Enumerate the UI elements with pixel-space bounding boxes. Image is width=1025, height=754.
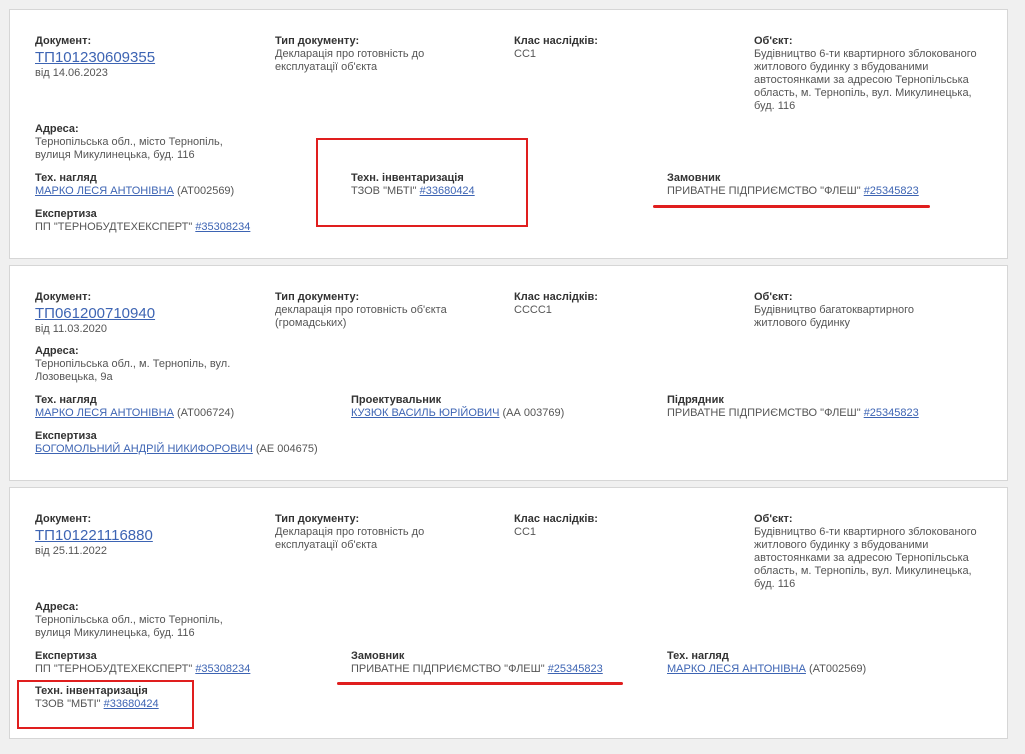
customer-label: Замовник — [667, 172, 721, 184]
doc-type-value: декларація про готовність об'єкта (грома… — [275, 304, 447, 329]
document-card: Документ: ТП061200710940 від 11.03.2020 … — [9, 265, 1008, 481]
tech-inventory-code-link[interactable]: #33680424 — [420, 185, 475, 197]
tech-inventory-code-link[interactable]: #33680424 — [104, 698, 159, 710]
document-card: Документ: ТП101230609355 від 14.06.2023 … — [9, 9, 1008, 259]
object-value: Будівництво 6-ти квартирного зблокованог… — [754, 48, 977, 112]
customer-field: Замовник ПРИВАТНЕ ПІДПРИЄМСТВО "ФЛЕШ" #2… — [351, 650, 603, 676]
document-number-link[interactable]: ТП061200710940 — [35, 305, 155, 323]
tech-supervision-field: Тех. нагляд МАРКО ЛЕСЯ АНТОНІВНА (АТ0025… — [35, 172, 234, 198]
address-field: Адреса: Тернопільська обл., м. Тернопіль… — [35, 345, 260, 384]
expertise-field: Експертиза БОГОМОЛЬНИЙ АНДРІЙ НИКИФОРОВИ… — [35, 430, 318, 456]
document-label: Документ: — [35, 35, 92, 47]
tech-inventory-name: ТЗОВ "МБТІ" — [351, 185, 417, 197]
document-number-link[interactable]: ТП101221116880 — [35, 527, 153, 545]
object-field: Об'єкт: Будівництво багатоквартирного жи… — [754, 291, 954, 330]
doc-type-value: Декларація про готовність до експлуатаці… — [275, 48, 425, 73]
object-field: Об'єкт: Будівництво 6-ти квартирного збл… — [754, 35, 986, 113]
customer-code-link[interactable]: #25345823 — [864, 185, 919, 197]
tech-supervision-label: Тех. нагляд — [35, 172, 97, 184]
document-label: Документ: — [35, 291, 92, 303]
class-label: Клас наслідків: — [514, 291, 598, 303]
designer-name-link[interactable]: КУЗЮК ВАСИЛЬ ЮРІЙОВИЧ — [351, 407, 499, 419]
customer-name: ПРИВАТНЕ ПІДПРИЄМСТВО "ФЛЕШ" — [351, 663, 545, 675]
class-value: СССС1 — [514, 304, 552, 316]
tech-supervision-label: Тех. нагляд — [35, 394, 97, 406]
document-field: Документ: ТП101230609355 від 14.06.2023 — [35, 35, 155, 79]
address-field: Адреса: Тернопільська обл., місто Терноп… — [35, 601, 250, 640]
tech-inventory-label: Техн. інвентаризація — [351, 172, 464, 184]
designer-label: Проектувальник — [351, 394, 442, 406]
class-field: Клас наслідків: СС1 — [514, 35, 598, 61]
tech-supervision-cert: (АТ002569) — [176, 185, 235, 197]
tech-supervision-field: Тех. нагляд МАРКО ЛЕСЯ АНТОНІВНА (АТ0067… — [35, 394, 234, 420]
tech-supervision-field: Тех. нагляд МАРКО ЛЕСЯ АНТОНІВНА (АТ0025… — [667, 650, 866, 676]
address-value: Тернопільська обл., місто Тернопіль, вул… — [35, 136, 223, 161]
address-value: Тернопільська обл., місто Тернопіль, вул… — [35, 614, 223, 639]
expertise-name: ПП "ТЕРНОБУДТЕХЕКСПЕРТ" — [35, 221, 193, 233]
expertise-label: Експертиза — [35, 430, 97, 442]
document-number-link[interactable]: ТП101230609355 — [35, 49, 155, 67]
tech-supervision-cert: (АТ002569) — [808, 663, 867, 675]
address-value: Тернопільська обл., м. Тернопіль, вул. Л… — [35, 358, 231, 383]
doc-type-value: Декларація про готовність до експлуатаці… — [275, 526, 425, 551]
address-label: Адреса: — [35, 601, 79, 613]
expertise-field: Експертиза ПП "ТЕРНОБУДТЕХЕКСПЕРТ" #3530… — [35, 650, 250, 676]
class-field: Клас наслідків: СС1 — [514, 513, 598, 539]
object-value: Будівництво багатоквартирного житлового … — [754, 304, 915, 329]
class-label: Клас наслідків: — [514, 35, 598, 47]
contractor-code-link[interactable]: #25345823 — [864, 407, 919, 419]
contractor-label: Підрядник — [667, 394, 724, 406]
doc-type-label: Тип документу: — [275, 513, 360, 525]
tech-supervision-label: Тех. нагляд — [667, 650, 729, 662]
class-value: СС1 — [514, 48, 537, 60]
document-label: Документ: — [35, 513, 92, 525]
document-date: від 25.11.2022 — [35, 545, 107, 557]
expertise-field: Експертиза ПП "ТЕРНОБУДТЕХЕКСПЕРТ" #3530… — [35, 208, 250, 234]
class-field: Клас наслідків: СССС1 — [514, 291, 598, 317]
doc-type-field: Тип документу: декларація про готовність… — [275, 291, 475, 330]
tech-inventory-name: ТЗОВ "МБТІ" — [35, 698, 101, 710]
contractor-name: ПРИВАТНЕ ПІДПРИЄМСТВО "ФЛЕШ" — [667, 407, 861, 419]
tech-supervision-name-link[interactable]: МАРКО ЛЕСЯ АНТОНІВНА — [667, 663, 806, 675]
designer-field: Проектувальник КУЗЮК ВАСИЛЬ ЮРІЙОВИЧ (АА… — [351, 394, 564, 420]
customer-field: Замовник ПРИВАТНЕ ПІДПРИЄМСТВО "ФЛЕШ" #2… — [667, 172, 919, 198]
customer-label: Замовник — [351, 650, 405, 662]
object-label: Об'єкт: — [754, 513, 793, 525]
doc-type-label: Тип документу: — [275, 35, 360, 47]
document-date: від 11.03.2020 — [35, 323, 107, 335]
class-value: СС1 — [514, 526, 537, 538]
tech-supervision-name-link[interactable]: МАРКО ЛЕСЯ АНТОНІВНА — [35, 185, 174, 197]
expertise-code-link[interactable]: #35308234 — [195, 221, 250, 233]
tech-inventory-field: Техн. інвентаризація ТЗОВ "МБТІ" #336804… — [351, 172, 475, 198]
address-label: Адреса: — [35, 345, 79, 357]
address-field: Адреса: Тернопільська обл., місто Терноп… — [35, 123, 250, 162]
object-label: Об'єкт: — [754, 291, 793, 303]
class-label: Клас наслідків: — [514, 513, 598, 525]
document-field: Документ: ТП061200710940 від 11.03.2020 — [35, 291, 155, 335]
doc-type-field: Тип документу: Декларація про готовність… — [275, 35, 475, 74]
tech-inventory-label: Техн. інвентаризація — [35, 685, 148, 697]
contractor-field: Підрядник ПРИВАТНЕ ПІДПРИЄМСТВО "ФЛЕШ" #… — [667, 394, 919, 420]
expertise-label: Експертиза — [35, 650, 97, 662]
object-field: Об'єкт: Будівництво 6-ти квартирного збл… — [754, 513, 986, 591]
document-card: Документ: ТП101221116880 від 25.11.2022 … — [9, 487, 1008, 739]
expertise-name-link[interactable]: БОГОМОЛЬНИЙ АНДРІЙ НИКИФОРОВИЧ — [35, 443, 253, 455]
object-label: Об'єкт: — [754, 35, 793, 47]
tech-supervision-cert: (АТ006724) — [176, 407, 235, 419]
customer-name: ПРИВАТНЕ ПІДПРИЄМСТВО "ФЛЕШ" — [667, 185, 861, 197]
expertise-name: ПП "ТЕРНОБУДТЕХЕКСПЕРТ" — [35, 663, 193, 675]
document-field: Документ: ТП101221116880 від 25.11.2022 — [35, 513, 153, 557]
doc-type-label: Тип документу: — [275, 291, 360, 303]
document-date: від 14.06.2023 — [35, 67, 108, 79]
customer-code-link[interactable]: #25345823 — [548, 663, 603, 675]
tech-inventory-field: Техн. інвентаризація ТЗОВ "МБТІ" #336804… — [35, 685, 159, 711]
expertise-cert: (АЕ 004675) — [255, 443, 318, 455]
designer-cert: (АА 003769) — [502, 407, 565, 419]
expertise-label: Експертиза — [35, 208, 97, 220]
object-value: Будівництво 6-ти квартирного зблокованог… — [754, 526, 977, 590]
address-label: Адреса: — [35, 123, 79, 135]
expertise-code-link[interactable]: #35308234 — [195, 663, 250, 675]
tech-supervision-name-link[interactable]: МАРКО ЛЕСЯ АНТОНІВНА — [35, 407, 174, 419]
doc-type-field: Тип документу: Декларація про готовність… — [275, 513, 475, 552]
